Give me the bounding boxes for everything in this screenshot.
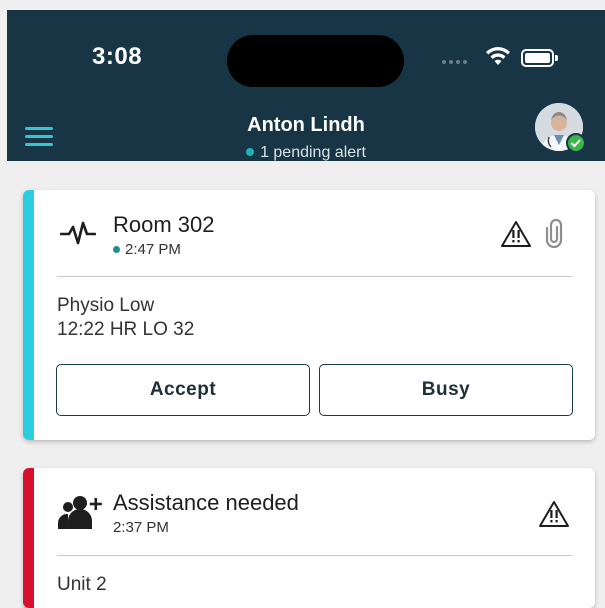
card-divider	[57, 276, 572, 277]
attachment-icon[interactable]	[545, 218, 563, 248]
alert-title: Room 302	[113, 212, 215, 237]
check-icon	[571, 139, 581, 148]
status-time: 3:08	[92, 43, 143, 70]
alert-time: 2:47 PM	[113, 241, 181, 258]
dynamic-island	[227, 35, 404, 87]
app-header: 3:08 Anton Lindh 1 pending alert	[7, 10, 605, 161]
alert-priority-bar	[23, 468, 34, 608]
alert-card[interactable]: Room 302 2:47 PM Physio Low 12:22 HR LO …	[23, 190, 595, 440]
wifi-icon	[486, 47, 510, 65]
warning-icon	[539, 501, 569, 527]
busy-button[interactable]: Busy	[319, 364, 573, 416]
online-status-badge	[566, 133, 586, 153]
pending-alert-status: 1 pending alert	[7, 144, 605, 162]
page-title: Anton Lindh	[247, 114, 365, 136]
alert-time-text: 2:47 PM	[125, 241, 181, 258]
alert-priority-bar	[23, 190, 34, 440]
alert-time: 2:37 PM	[113, 519, 169, 536]
alert-card[interactable]: Assistance needed 2:37 PM Unit 2	[23, 468, 595, 608]
battery-icon	[521, 49, 558, 67]
alert-detail-line: Physio Low	[57, 295, 155, 316]
cellular-signal-icon	[442, 60, 467, 64]
alert-title: Assistance needed	[113, 490, 299, 515]
card-divider	[57, 555, 572, 556]
alert-detail-line: Unit 2	[57, 574, 107, 595]
heartbeat-icon	[60, 221, 96, 245]
add-user-icon	[58, 496, 102, 529]
unread-dot	[113, 246, 120, 253]
accept-button[interactable]: Accept	[56, 364, 310, 416]
pending-alert-text: 1 pending alert	[260, 144, 366, 161]
status-dot	[246, 148, 255, 156]
warning-icon	[501, 221, 531, 247]
alert-detail-line: 12:22 HR LO 32	[57, 319, 195, 340]
